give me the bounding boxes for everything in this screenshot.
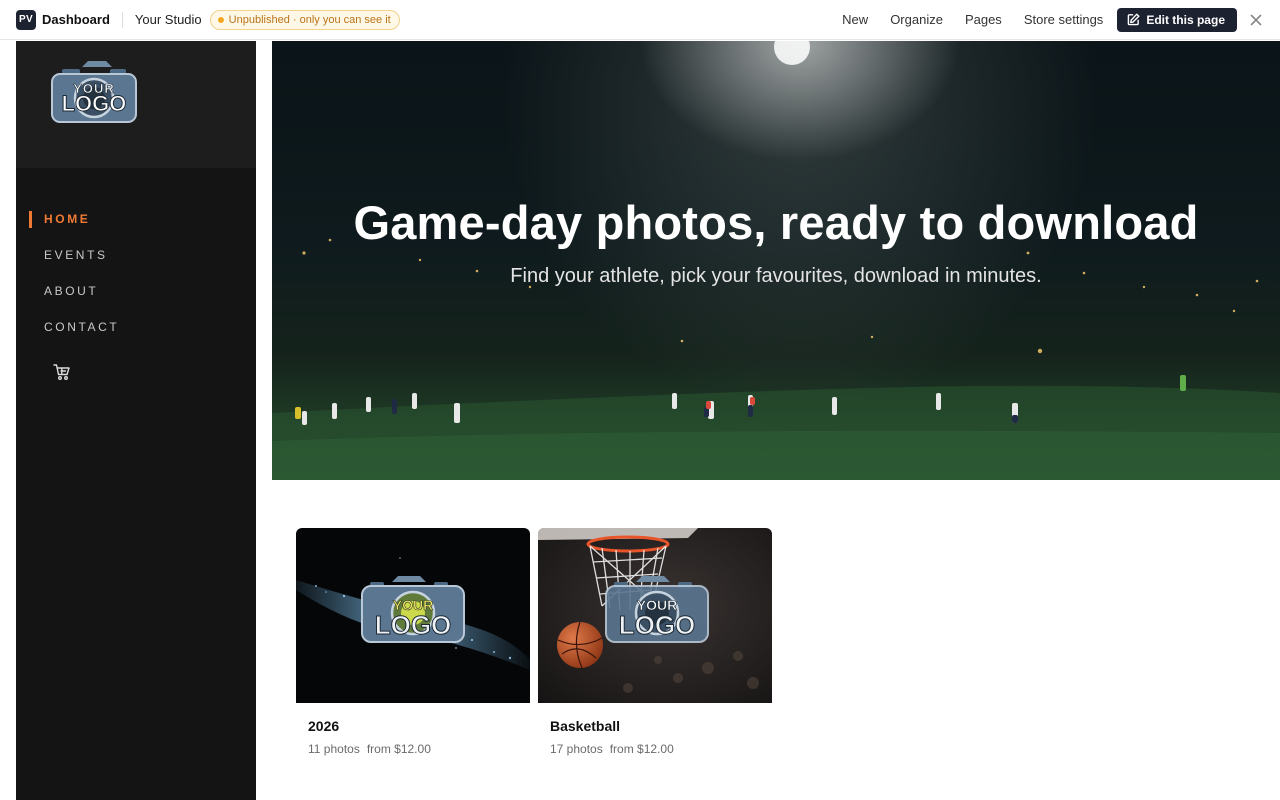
status-badge: Unpublished · only you can see it <box>209 9 400 30</box>
hero-subtitle: Find your athlete, pick your favourites,… <box>510 265 1042 287</box>
pv-app-icon[interactable]: PV <box>16 9 36 30</box>
gallery-card-2026[interactable]: YOUR LOGO 2026 11 photos from $12.00 <box>296 528 530 756</box>
studio-name: Your Studio <box>134 12 202 27</box>
site-sidebar: YOUR LOGO HOME EVENTS ABOUT CONTACT <box>16 41 256 800</box>
nav-item-home[interactable]: HOME <box>16 201 256 237</box>
new-link[interactable]: New <box>842 12 868 27</box>
status-badge-label: Unpublished · only you can see it <box>228 13 391 26</box>
gallery-photo-count: 17 photos <box>550 742 603 756</box>
close-icon[interactable] <box>1249 13 1263 27</box>
edit-page-button[interactable]: Edit this page <box>1117 7 1237 32</box>
svg-text:LOGO: LOGO <box>619 610 696 640</box>
site-logo[interactable]: YOUR LOGO <box>16 41 256 168</box>
gallery-price: from $12.00 <box>366 742 431 756</box>
store-settings-link[interactable]: Store settings <box>1024 12 1104 27</box>
status-dot-icon <box>217 16 224 23</box>
pages-link[interactable]: Pages <box>965 12 1002 27</box>
gallery-thumbnail: YOUR LOGO <box>538 528 772 703</box>
edit-page-label: Edit this page <box>1146 12 1225 27</box>
gallery-meta: 17 photos from $12.00 <box>538 742 772 756</box>
hero-field-photo <box>272 41 1280 480</box>
camera-logo-icon: YOUR LOGO <box>51 61 137 123</box>
hero-banner: Game-day photos, ready to download Find … <box>272 41 1280 480</box>
nav-item-contact[interactable]: CONTACT <box>16 309 256 345</box>
gallery-card-basketball[interactable]: YOUR LOGO Basketball 17 photos from $12.0… <box>538 528 772 756</box>
admin-toolbar: PV Dashboard Your Studio Unpublished · o… <box>0 0 1280 40</box>
logo-text-bottom: LOGO <box>62 91 127 116</box>
site-nav: HOME EVENTS ABOUT CONTACT <box>16 201 256 345</box>
dashboard-link[interactable]: Dashboard <box>42 12 110 27</box>
gallery-title: 2026 <box>308 718 340 734</box>
edit-icon <box>1128 13 1140 26</box>
shopping-cart-icon[interactable] <box>52 362 72 382</box>
gallery-title: Basketball <box>550 718 621 734</box>
svg-text:LOGO: LOGO <box>375 610 452 640</box>
hero-title: Game-day photos, ready to download <box>353 196 1199 249</box>
nav-item-about[interactable]: ABOUT <box>16 273 256 309</box>
gallery-price: from $12.00 <box>609 742 674 756</box>
gallery-thumbnail: YOUR LOGO <box>296 528 530 703</box>
gallery-photo-count: 11 photos <box>308 742 360 756</box>
organize-link[interactable]: Organize <box>890 12 943 27</box>
gallery-meta: 11 photos from $12.00 <box>296 742 530 756</box>
toolbar-actions: New Organize Pages Store settings Edit t… <box>842 0 1280 40</box>
nav-item-events[interactable]: EVENTS <box>16 237 256 273</box>
toolbar-divider <box>121 11 123 28</box>
